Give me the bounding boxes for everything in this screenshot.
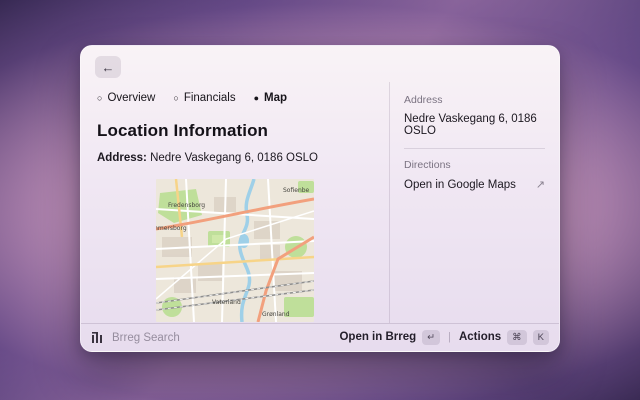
search-input[interactable] [112,332,331,344]
map-container: Fredensborg Sofienbe mmersborg Vaterland… [156,179,314,322]
map-label-vaterland: Vaterland [212,299,241,306]
external-link-icon: ↗ [536,178,545,191]
tab-financials[interactable]: ○ Financials [173,92,235,104]
cmd-key-badge: ⌘ [507,330,527,345]
map-label-hammersborg: mmersborg [156,225,187,232]
tab-label: Overview [107,92,155,104]
tab-label: Map [264,92,287,104]
main-pane: ○ Overview ○ Financials ● Map Location I… [81,82,389,323]
back-arrow-icon: ← [102,61,115,74]
address-label: Address: [97,152,147,164]
detail-sidebar: Address Nedre Vaskegang 6, 0186 OSLO Dir… [389,82,559,323]
actions-button[interactable]: Actions ⌘ K [459,328,549,347]
address-line: Address: Nedre Vaskegang 6, 0186 OSLO [97,152,373,164]
address-value: Nedre Vaskegang 6, 0186 OSLO [150,152,318,164]
back-button[interactable]: ← [95,56,121,78]
window-header: ← [81,46,559,82]
tab-map[interactable]: ● Map [254,92,287,104]
enter-key-badge: ↵ [422,330,440,345]
open-google-maps-label: Open in Google Maps [404,179,516,191]
open-google-maps-button[interactable]: Open in Google Maps ↗ [404,178,545,191]
window-body: ○ Overview ○ Financials ● Map Location I… [81,82,559,323]
app-window: ← ○ Overview ○ Financials ● [80,45,560,352]
sidebar-address-heading: Address [404,94,545,106]
footer-separator: | [448,331,451,343]
map-image: Fredensborg Sofienbe mmersborg Vaterland… [156,179,314,322]
brreg-logo-icon [91,331,104,344]
tab-label: Financials [184,92,236,104]
open-in-brreg-button[interactable]: Open in Brreg ↵ [339,328,440,347]
tab-overview[interactable]: ○ Overview [97,92,155,104]
radio-dot-icon: ○ [173,94,178,103]
action-bar: Open in Brreg ↵ | Actions ⌘ K [81,323,559,351]
footer-actions: Open in Brreg ↵ | Actions ⌘ K [339,328,549,347]
sidebar-directions-heading: Directions [404,159,545,171]
radio-dot-icon: ○ [97,94,102,103]
page-title: Location Information [97,121,373,141]
actions-label: Actions [459,331,501,343]
radio-dot-icon: ● [254,94,259,103]
open-in-brreg-label: Open in Brreg [339,331,416,343]
sidebar-divider [404,148,545,149]
map-label-fredensborg: Fredensborg [168,202,205,209]
map-label-gronland: Grønland [262,311,290,318]
k-key-badge: K [533,330,549,345]
tab-bar: ○ Overview ○ Financials ● Map [97,92,373,104]
sidebar-address-value: Nedre Vaskegang 6, 0186 OSLO [404,113,545,137]
map-label-sofienberg: Sofienbe [283,187,310,194]
